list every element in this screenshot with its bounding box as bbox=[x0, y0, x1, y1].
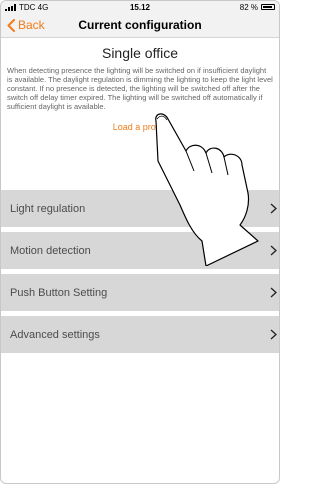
carrier-label: TDC 4G bbox=[19, 2, 49, 12]
chevron-left-icon bbox=[7, 18, 15, 32]
back-label: Back bbox=[18, 18, 45, 32]
signal-icon bbox=[5, 3, 16, 11]
configuration-description: When detecting presence the lighting wil… bbox=[7, 66, 273, 111]
menu-item-label: Push Button Setting bbox=[10, 286, 108, 299]
menu-item-motion-detection[interactable]: Motion detection bbox=[1, 232, 279, 269]
chevron-right-icon bbox=[265, 203, 279, 214]
navigation-bar: Back Current configuration bbox=[1, 13, 279, 38]
menu-item-light-regulation[interactable]: Light regulation bbox=[1, 190, 279, 227]
configuration-heading: Single office bbox=[101, 45, 178, 61]
load-profile-link[interactable]: Load a profile bbox=[1, 122, 279, 132]
chevron-right-icon bbox=[265, 287, 279, 298]
app-screen: TDC 4G 15.12 82 % Back Current configura… bbox=[0, 0, 280, 484]
status-right: 82 % bbox=[240, 3, 275, 12]
chevron-right-icon bbox=[265, 245, 279, 256]
status-bar: TDC 4G 15.12 82 % bbox=[1, 1, 279, 13]
battery-percent: 82 % bbox=[239, 2, 258, 12]
battery-icon bbox=[261, 4, 275, 10]
settings-menu: Light regulation Motion detection Push B… bbox=[1, 190, 279, 358]
menu-item-push-button-setting[interactable]: Push Button Setting bbox=[1, 274, 279, 311]
menu-item-label: Motion detection bbox=[10, 244, 91, 257]
menu-item-label: Light regulation bbox=[10, 202, 86, 215]
menu-item-label: Advanced settings bbox=[10, 328, 100, 341]
back-button[interactable]: Back bbox=[1, 18, 45, 32]
chevron-right-icon bbox=[265, 329, 279, 340]
menu-item-advanced-settings[interactable]: Advanced settings bbox=[1, 316, 279, 353]
status-left: TDC 4G bbox=[5, 3, 48, 12]
